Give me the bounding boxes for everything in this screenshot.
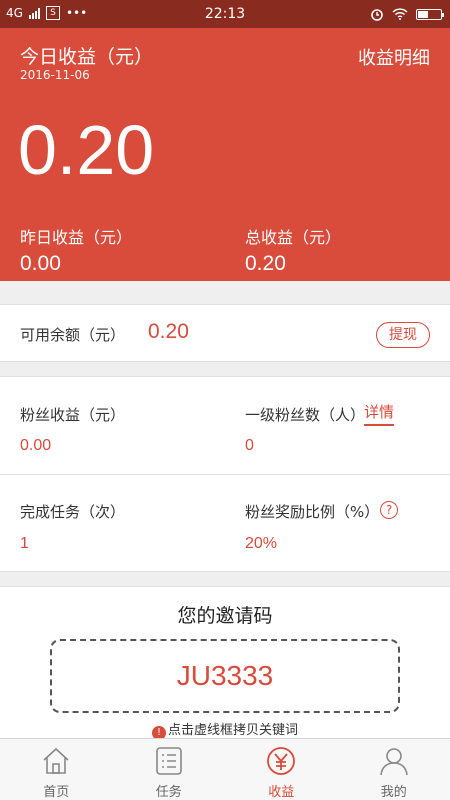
fan-income-value: 0.00: [20, 437, 52, 454]
invite-code-box[interactable]: JU3333: [50, 639, 400, 713]
tab-home-label: 首页: [43, 785, 70, 800]
balance-label: 可用余额（元）: [20, 326, 126, 344]
tab-tasks-label: 任务: [155, 785, 182, 800]
tasks-value: 1: [20, 535, 29, 552]
tab-mine[interactable]: 我的: [338, 739, 450, 800]
yen-icon: [267, 747, 296, 775]
invite-heading: 您的邀请码: [177, 605, 273, 627]
task-list-icon: [155, 747, 182, 775]
earnings-detail-link[interactable]: 收益明细: [358, 44, 430, 70]
tasks-label: 完成任务（次）: [20, 503, 126, 521]
status-bar: 4G S ••• 22:13: [0, 0, 450, 28]
level1-fans-value: 0: [245, 437, 254, 454]
bottom-tab-bar: 首页 任务 收益 我的: [0, 738, 450, 800]
user-icon: [379, 748, 408, 776]
yesterday-earnings-value: 0.00: [20, 252, 61, 275]
yesterday-earnings-label: 昨日收益（元）: [20, 228, 133, 247]
battery-icon: [416, 8, 444, 20]
help-icon[interactable]: ?: [380, 501, 398, 519]
tab-earnings-label: 收益: [268, 785, 295, 800]
home-icon: [43, 747, 69, 774]
today-earnings-amount: 0.20: [18, 111, 155, 189]
fans-detail-link[interactable]: 详情: [364, 401, 395, 426]
invite-card: 您的邀请码 JU3333 ! 点击虚线框拷贝关键词: [0, 586, 450, 740]
wifi-icon: [392, 8, 408, 20]
stats-card: 粉丝收益（元） 0.00 一级粉丝数（人） 详情 0 完成任务（次） 1 粉丝奖…: [0, 376, 450, 572]
alarm-icon: [371, 9, 383, 21]
stats-divider: [0, 474, 450, 475]
total-earnings-value: 0.20: [245, 252, 286, 275]
reward-ratio-label: 粉丝奖励比例（%）: [245, 503, 380, 521]
tab-tasks[interactable]: 任务: [113, 739, 226, 800]
withdraw-button[interactable]: 提现: [376, 322, 430, 348]
copy-tip-text: 点击虚线框拷贝关键词: [167, 723, 298, 738]
copy-tip: ! 点击虚线框拷贝关键词: [0, 719, 450, 740]
balance-card: 可用余额（元） 0.20 提现: [0, 304, 450, 362]
reward-ratio-value: 20%: [245, 535, 278, 552]
tab-earnings[interactable]: 收益: [225, 739, 338, 800]
total-earnings-label: 总收益（元）: [245, 228, 342, 247]
tab-home[interactable]: 首页: [0, 739, 113, 800]
level1-fans-label: 一级粉丝数（人）: [245, 406, 366, 424]
status-right: [370, 7, 444, 21]
today-earnings-title: 今日收益（元）: [20, 46, 154, 68]
tab-mine-label: 我的: [380, 785, 407, 800]
fan-income-label: 粉丝收益（元）: [20, 406, 126, 424]
earnings-header: 今日收益（元） 2016-11-06 收益明细 0.20 昨日收益（元） 0.0…: [0, 28, 450, 281]
balance-value: 0.20: [148, 320, 189, 343]
earnings-date: 2016-11-06: [20, 68, 90, 82]
